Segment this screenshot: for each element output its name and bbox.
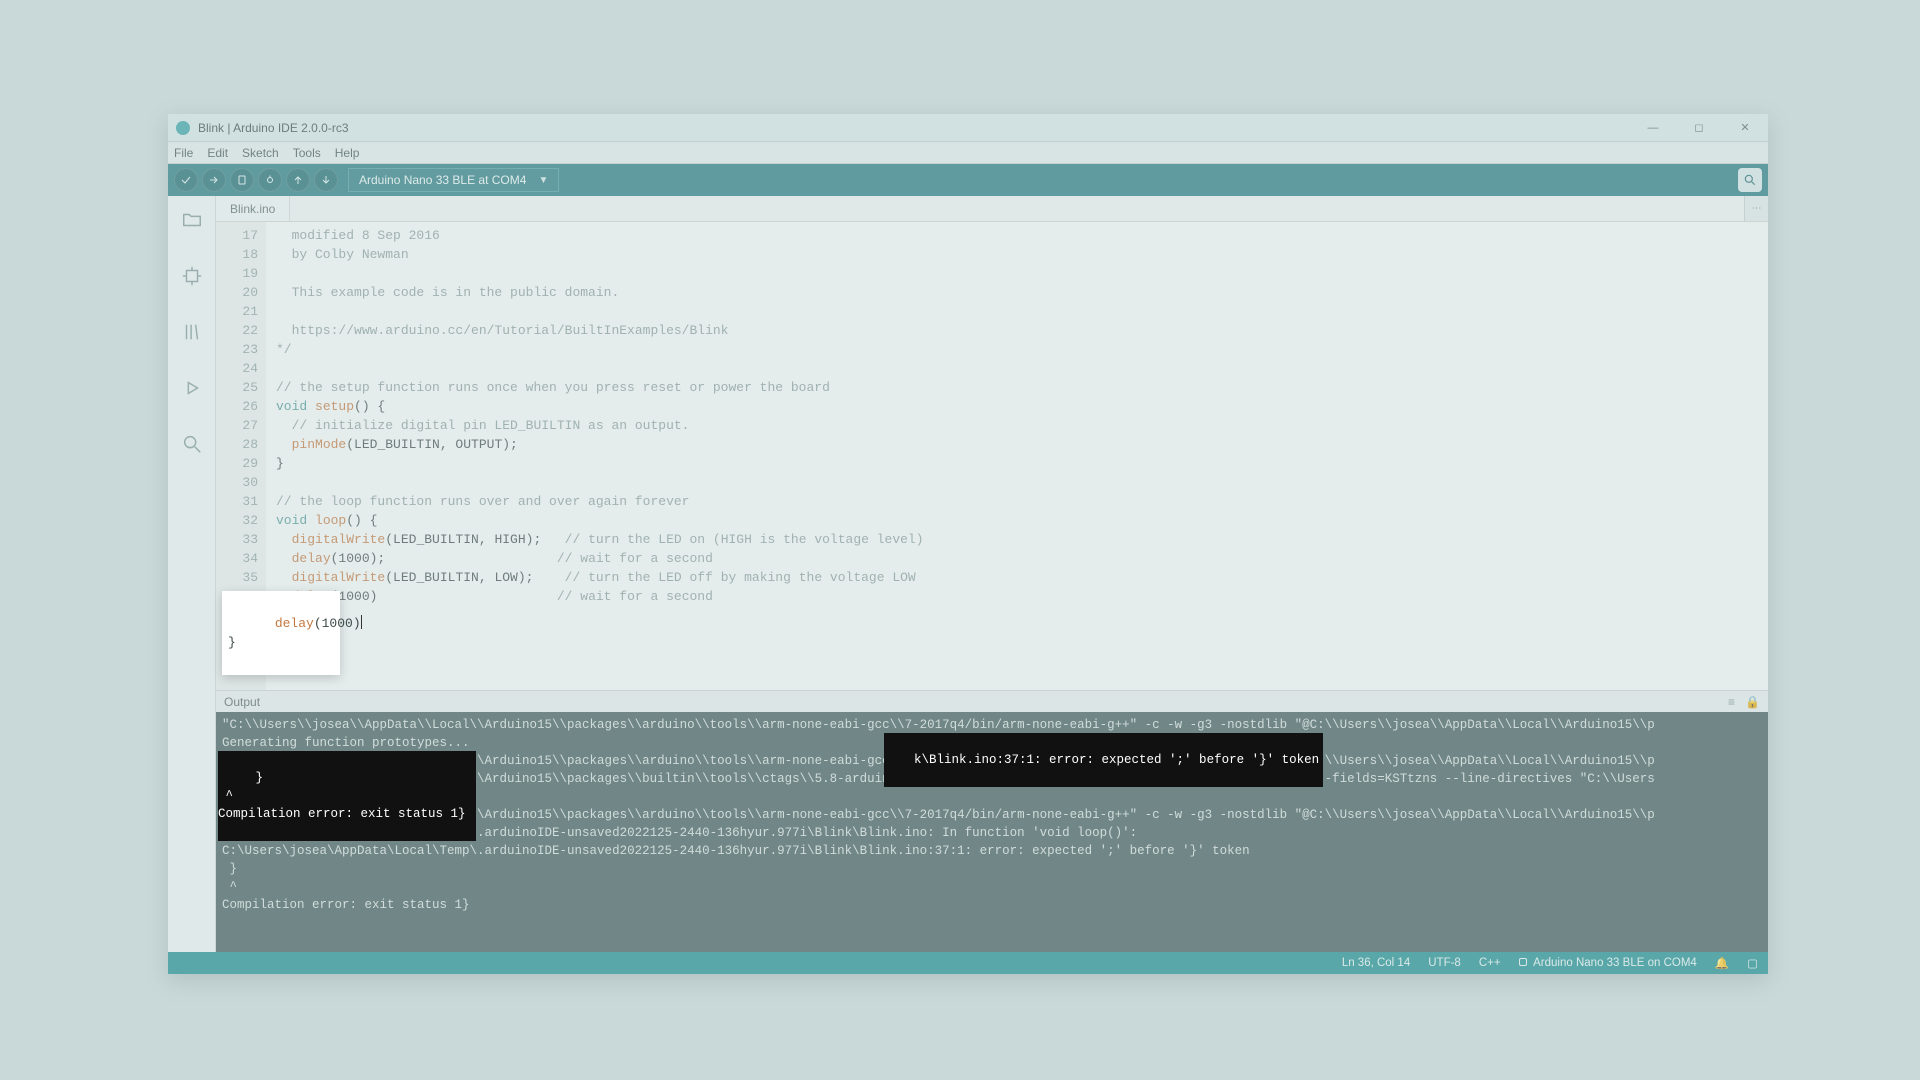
arrow-up-icon (292, 174, 304, 186)
new-sketch-button[interactable] (230, 168, 254, 192)
open-button[interactable] (286, 168, 310, 192)
app-icon (176, 121, 190, 135)
menu-bar[interactable]: File Edit Sketch Tools Help (168, 142, 1768, 164)
tab-label: Blink.ino (230, 202, 275, 216)
play-bug-icon (181, 377, 203, 399)
menu-edit[interactable]: Edit (207, 146, 228, 160)
plug-icon (1519, 958, 1527, 966)
arrow-down-icon (320, 174, 332, 186)
status-close-panel-button[interactable]: ▢ (1747, 956, 1758, 970)
toolbar: Arduino Nano 33 BLE at COM4 ▼ (168, 164, 1768, 196)
menu-help[interactable]: Help (335, 146, 360, 160)
board-selector[interactable]: Arduino Nano 33 BLE at COM4 ▼ (348, 168, 559, 192)
arrow-right-icon (208, 174, 220, 186)
upload-button[interactable] (202, 168, 226, 192)
board-selector-label: Arduino Nano 33 BLE at COM4 (359, 173, 526, 187)
output-title: Output (224, 695, 260, 709)
status-cursor-position[interactable]: Ln 36, Col 14 (1342, 957, 1410, 969)
chip-icon (181, 265, 203, 287)
search-icon (1743, 173, 1757, 187)
status-notifications-button[interactable]: 🔔 (1715, 956, 1729, 970)
output-error-highlight-inline: k\Blink.ino:37:1: error: expected ';' be… (884, 733, 1323, 787)
save-button[interactable] (314, 168, 338, 192)
editor-highlight-region: delay(1000) } (222, 591, 340, 675)
tab-overflow-button[interactable]: ⋯ (1744, 196, 1768, 221)
title-bar[interactable]: Blink | Arduino IDE 2.0.0-rc3 — ◻ ✕ (168, 114, 1768, 142)
status-encoding[interactable]: UTF-8 (1428, 957, 1461, 969)
file-icon (236, 174, 248, 186)
close-button[interactable]: ✕ (1722, 114, 1768, 142)
debug-button[interactable] (258, 168, 282, 192)
sketchbook-button[interactable] (178, 206, 206, 234)
output-header: Output ≡ 🔒 (216, 690, 1768, 712)
maximize-button[interactable]: ◻ (1676, 114, 1722, 142)
status-bar: Ln 36, Col 14 UTF-8 C++ Arduino Nano 33 … (168, 952, 1768, 974)
output-list-icon[interactable]: ≡ (1728, 695, 1735, 709)
code-content[interactable]: modified 8 Sep 2016 by Colby Newman This… (266, 222, 1768, 690)
library-manager-button[interactable] (178, 318, 206, 346)
menu-sketch[interactable]: Sketch (242, 146, 279, 160)
folder-icon (181, 209, 203, 231)
verify-button[interactable] (174, 168, 198, 192)
books-icon (181, 321, 203, 343)
tab-strip: Blink.ino ⋯ (216, 196, 1768, 222)
boards-manager-button[interactable] (178, 262, 206, 290)
tab-blink[interactable]: Blink.ino (216, 196, 290, 221)
menu-file[interactable]: File (174, 146, 193, 160)
bug-icon (264, 174, 276, 186)
output-error-highlight-block: } ^ Compilation error: exit status 1} (218, 751, 476, 841)
debug-panel-button[interactable] (178, 374, 206, 402)
window-title: Blink | Arduino IDE 2.0.0-rc3 (198, 121, 349, 135)
status-board[interactable]: Arduino Nano 33 BLE on COM4 (1533, 957, 1697, 969)
app-window: Blink | Arduino IDE 2.0.0-rc3 — ◻ ✕ File… (168, 114, 1768, 974)
search-panel-button[interactable] (178, 430, 206, 458)
window-controls: — ◻ ✕ (1630, 114, 1768, 142)
status-language[interactable]: C++ (1479, 957, 1501, 969)
minimize-button[interactable]: — (1630, 114, 1676, 142)
serial-plotter-button[interactable] (1738, 168, 1762, 192)
check-icon (180, 174, 192, 186)
activity-bar (168, 196, 216, 952)
chevron-down-icon: ▼ (538, 175, 548, 186)
menu-tools[interactable]: Tools (293, 146, 321, 160)
magnify-icon (181, 433, 203, 455)
code-editor[interactable]: 1718192021222324252627282930313233343536… (216, 222, 1768, 690)
output-lock-icon[interactable]: 🔒 (1745, 695, 1760, 709)
